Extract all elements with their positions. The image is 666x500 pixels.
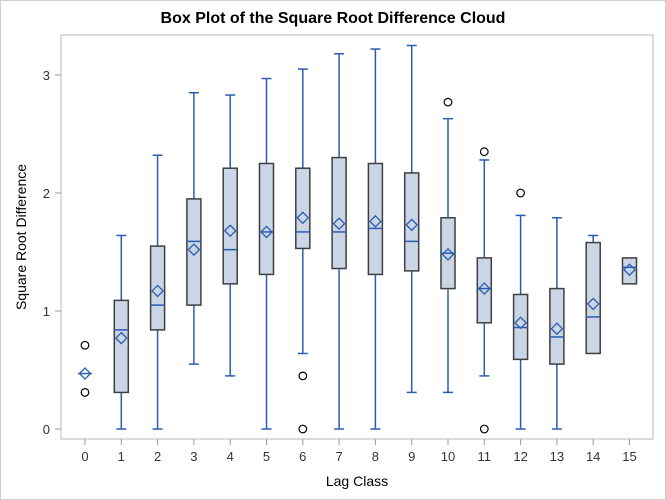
box-iqr [258, 162, 275, 276]
x-tick-label: 0 [81, 449, 88, 464]
box-iqr [476, 257, 493, 324]
x-tick-label: 4 [227, 449, 234, 464]
box-15 [621, 257, 638, 285]
outlier-point [479, 424, 489, 434]
y-tick-label: 3 [43, 68, 50, 83]
box-1 [113, 234, 130, 430]
box-12 [512, 188, 529, 430]
boxes-layer [78, 44, 638, 434]
x-tick-label: 13 [550, 449, 564, 464]
box-iqr [549, 287, 565, 365]
x-tick-label: 2 [154, 449, 161, 464]
x-tick-label: 14 [586, 449, 600, 464]
x-tick-label: 15 [622, 449, 636, 464]
outlier-point [80, 388, 90, 397]
x-tick-label: 9 [408, 449, 415, 464]
outlier-point [479, 147, 489, 157]
box-iqr [403, 172, 420, 272]
box-4 [222, 94, 238, 377]
x-axis-label: Lag Class [326, 473, 388, 489]
y-axis-label: Square Root Difference [13, 164, 29, 310]
box-5 [258, 77, 275, 430]
box-9 [403, 44, 420, 394]
x-tick-label: 1 [118, 449, 125, 464]
y-axis: 0 1 2 3 [43, 68, 61, 437]
box-iqr [113, 299, 130, 394]
x-tick-label: 7 [335, 449, 342, 464]
box-2 [149, 154, 166, 430]
x-tick-label: 10 [441, 449, 455, 464]
box-8 [367, 48, 384, 430]
outlier-point [516, 188, 525, 198]
outlier-point [298, 424, 308, 434]
box-iqr [149, 245, 166, 331]
outlier-point [298, 371, 308, 381]
y-tick-label: 1 [43, 304, 50, 319]
box-10 [440, 97, 456, 394]
box-7 [331, 53, 347, 430]
outlier-point [80, 340, 90, 350]
x-tick-label: 5 [263, 449, 270, 464]
x-tick-label: 8 [372, 449, 379, 464]
x-tick-label: 12 [513, 449, 527, 464]
box-11 [476, 147, 493, 434]
x-tick-label: 3 [190, 449, 197, 464]
box-iqr [367, 162, 384, 276]
x-axis: 0 1 2 3 4 5 6 7 8 9 10 11 12 13 14 15 [81, 439, 637, 464]
box-0 [78, 340, 92, 397]
box-plot: 0123 0 1 2 3 4 5 6 7 8 9 10 11 12 13 14 15 Lag Class Sq… [13, 34, 654, 489]
box-iqr [186, 198, 202, 306]
x-tick-label: 11 [478, 449, 492, 464]
y-tick-label: 2 [43, 186, 50, 201]
outlier-point [443, 97, 453, 107]
box-3 [186, 91, 202, 365]
box-6 [295, 68, 311, 434]
box-iqr [331, 156, 347, 270]
y-tick-label: 0 [43, 422, 50, 437]
plot-area [60, 34, 654, 440]
box-14 [585, 234, 601, 355]
box-13 [549, 217, 565, 430]
x-tick-label: 6 [299, 449, 306, 464]
box-iqr [295, 167, 311, 250]
